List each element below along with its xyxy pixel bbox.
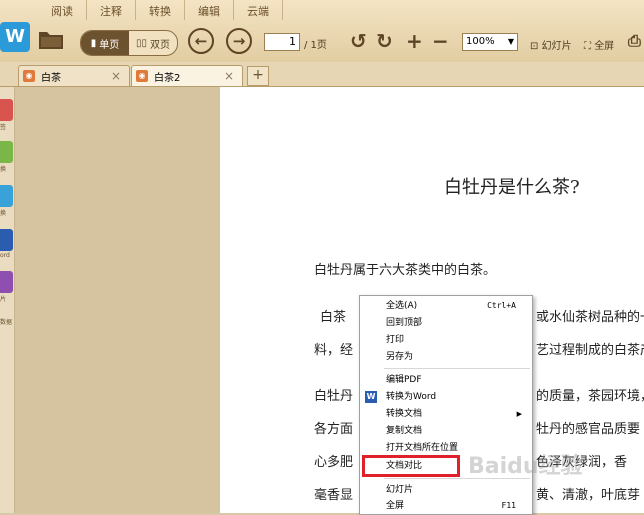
document-line: 白牡丹 xyxy=(314,389,354,404)
menu-item-edit-pdf[interactable]: 编辑PDF xyxy=(360,372,530,388)
document-line: 白牡丹属于六大茶类中的白茶。 xyxy=(314,263,497,278)
sidebar-label: 换 xyxy=(0,166,7,173)
page-total: / 1页 xyxy=(304,40,327,51)
menu-item-select-all[interactable]: 全选(A) Ctrl+A xyxy=(360,298,530,314)
document-line: 黄、清澈，叶底芽 xyxy=(536,488,641,503)
pdf-file-icon: ◉ xyxy=(136,70,148,82)
menu-item-save-as[interactable]: 另存为 xyxy=(360,349,530,365)
tab-document-2[interactable]: ◉ 白茶2 × xyxy=(131,65,243,86)
context-menu: 全选(A) Ctrl+A 回到顶部 打印 另存为 编辑PDF W 转换为Word… xyxy=(359,295,533,515)
document-line: 心多肥 xyxy=(314,455,354,470)
zoom-in-icon[interactable]: + xyxy=(406,30,423,52)
document-line: 毫香显 xyxy=(314,488,354,503)
folder-icon xyxy=(39,32,63,49)
menu-edit[interactable]: 编辑 xyxy=(185,0,234,20)
menu-annotate[interactable]: 注释 xyxy=(87,0,136,20)
single-page-button[interactable]: ▮ 单页 xyxy=(81,31,129,55)
single-page-icon: ▮ xyxy=(90,37,97,49)
rotate-left-icon[interactable]: ↺ xyxy=(350,30,367,52)
menu-item-convert-to-word[interactable]: W 转换为Word xyxy=(360,389,530,405)
menu-read[interactable]: 阅读 xyxy=(38,0,87,20)
document-line: 料，经 xyxy=(314,343,354,358)
fullscreen-icon: ⛶ xyxy=(584,41,591,52)
tab-document-1[interactable]: ◉ 白茶 × xyxy=(18,65,130,86)
sidebar-label: 签 xyxy=(0,124,7,131)
fullscreen-button[interactable]: ⛶ 全屏 xyxy=(584,37,614,52)
page-number-input[interactable]: 1 xyxy=(264,33,300,51)
menu-bar: 阅读 注释 转换 编辑 云端 xyxy=(38,0,283,20)
menu-item-print[interactable]: 打印 xyxy=(360,332,530,348)
slideshow-button[interactable]: ⊡ 幻灯片 xyxy=(530,37,572,52)
menu-item-copy-document[interactable]: 复制文档 xyxy=(360,423,530,439)
double-page-icon: ▯▯ xyxy=(135,37,147,49)
document-title: 白牡丹是什么茶? xyxy=(444,177,580,198)
document-line: 的质量，茶园环境， xyxy=(536,389,644,404)
prev-page-button[interactable]: ← xyxy=(188,28,214,54)
close-icon[interactable]: × xyxy=(224,69,234,83)
menu-item-fullscreen[interactable]: 全屏 F11 xyxy=(360,498,530,514)
document-line: 各方面 xyxy=(314,422,354,437)
app-logo[interactable]: W xyxy=(0,22,30,52)
zoom-out-icon[interactable]: − xyxy=(432,30,449,52)
arrow-left-icon: ← xyxy=(194,32,208,50)
sidebar-item-convert[interactable] xyxy=(0,141,13,163)
slideshow-icon: ⊡ xyxy=(530,41,539,52)
document-line: 或水仙茶树品种的一 xyxy=(536,310,644,325)
main-toolbar: 阅读 注释 转换 编辑 云端 W ▮ 单页 ▯▯ 双页 ← → 1 / 1页 ↺… xyxy=(0,0,644,63)
tab-bar: ◉ 白茶 × ◉ 白茶2 × + xyxy=(0,62,644,87)
next-page-button[interactable]: → xyxy=(226,28,252,54)
rotate-right-icon[interactable]: ↻ xyxy=(376,30,393,52)
sidebar-label: 片 xyxy=(0,296,7,303)
view-mode-toggle: ▮ 单页 ▯▯ 双页 xyxy=(80,30,178,56)
page-background xyxy=(15,87,220,513)
document-line: 白茶 xyxy=(320,310,347,325)
open-folder-button[interactable] xyxy=(38,28,64,50)
print-icon[interactable]: ⎙ xyxy=(628,30,641,52)
menu-separator xyxy=(384,368,530,369)
chevron-down-icon: ▼ xyxy=(507,37,514,46)
sidebar-label: 换 xyxy=(0,210,7,217)
submenu-arrow-icon: ▶ xyxy=(516,410,522,418)
zoom-select[interactable]: 100% ▼ xyxy=(462,33,518,51)
sidebar-item-bookmark[interactable] xyxy=(0,99,13,121)
menu-item-back-to-top[interactable]: 回到顶部 xyxy=(360,315,530,331)
document-line: 艺过程制成的白茶产 xyxy=(536,343,644,358)
new-tab-button[interactable]: + xyxy=(247,66,269,86)
sidebar-item-word[interactable] xyxy=(0,229,13,251)
arrow-right-icon: → xyxy=(232,32,246,50)
watermark: Baidu经验 xyxy=(468,454,583,479)
pdf-file-icon: ◉ xyxy=(23,70,35,82)
sidebar-item-to-word[interactable] xyxy=(0,185,13,207)
left-sidebar: 签 换 换 ord 片 数据 xyxy=(0,87,15,513)
menu-cloud[interactable]: 云端 xyxy=(234,0,283,20)
close-icon[interactable]: × xyxy=(111,69,121,83)
double-page-button[interactable]: ▯▯ 双页 xyxy=(129,31,177,55)
word-icon: W xyxy=(365,391,377,403)
menu-item-convert-document[interactable]: 转换文档 ▶ xyxy=(360,406,530,422)
sidebar-label: ord xyxy=(0,252,10,259)
highlight-box xyxy=(362,455,460,477)
menu-convert[interactable]: 转换 xyxy=(136,0,185,20)
document-line: 牡丹的感官品质要 xyxy=(536,422,641,437)
menu-item-slideshow[interactable]: 幻灯片 xyxy=(360,482,530,498)
sidebar-label: 数据 xyxy=(0,319,13,326)
sidebar-item-image[interactable] xyxy=(0,271,13,293)
